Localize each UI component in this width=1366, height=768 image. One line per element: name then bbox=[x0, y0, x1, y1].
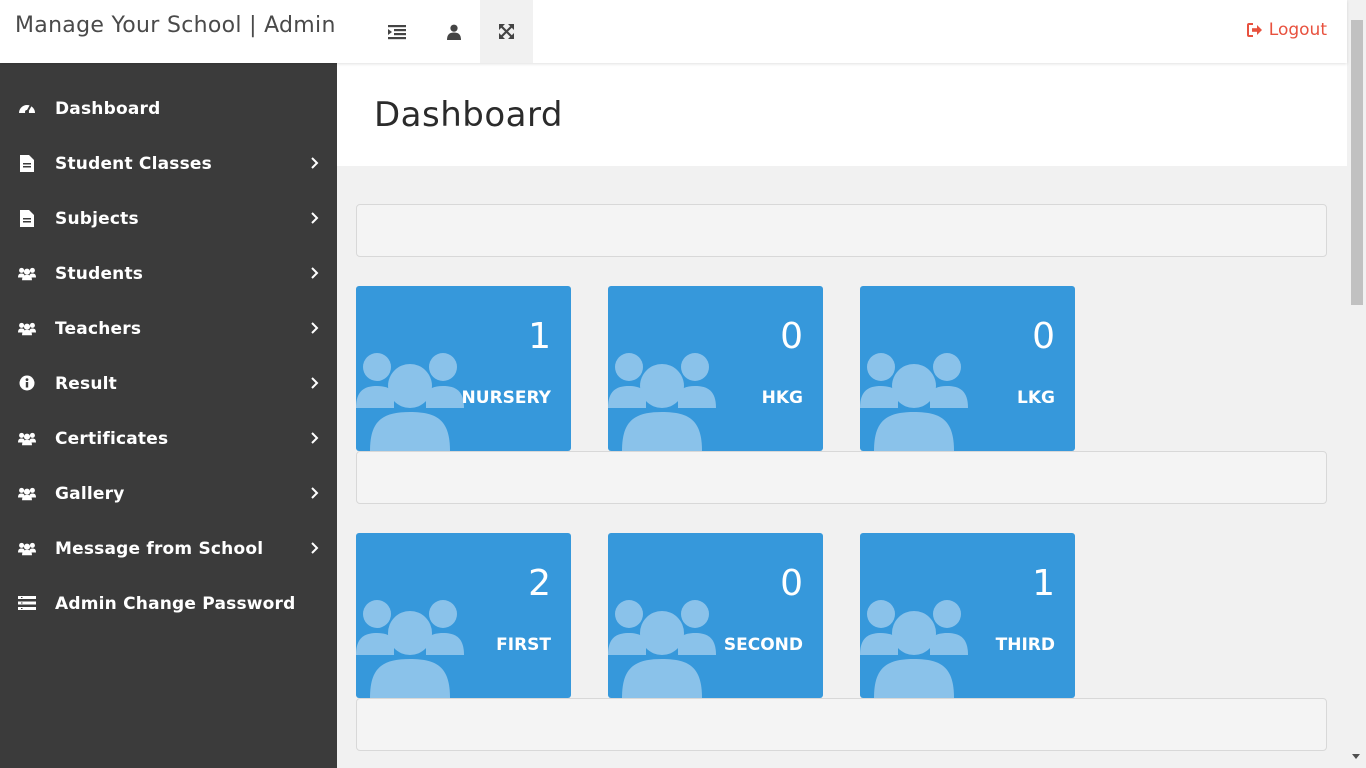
card-count: 0 bbox=[780, 316, 803, 357]
sidebar-item-label: Teachers bbox=[55, 318, 142, 339]
class-card-second[interactable]: 0 SECOND bbox=[608, 533, 823, 698]
chevron-right-icon bbox=[311, 212, 319, 224]
card-count: 2 bbox=[528, 563, 551, 604]
class-card-lkg[interactable]: 0 LKG bbox=[860, 286, 1075, 451]
users-icon bbox=[18, 264, 36, 282]
scroll-down-icon[interactable] bbox=[1352, 754, 1360, 759]
sidebar-item-label: Result bbox=[55, 373, 117, 394]
list-icon bbox=[18, 594, 36, 612]
users-icon bbox=[608, 353, 716, 451]
card-label: FIRST bbox=[496, 635, 551, 655]
chevron-right-icon bbox=[311, 267, 319, 279]
card-label: LKG bbox=[1017, 388, 1055, 408]
sidebar-item-label: Message from School bbox=[55, 538, 264, 559]
top-bar: Manage Your School | Admin Logout bbox=[0, 0, 1347, 63]
file-icon bbox=[18, 209, 36, 227]
profile-button[interactable] bbox=[427, 0, 480, 63]
sidebar: Dashboard Student Classes Subjects Stude… bbox=[0, 63, 337, 768]
chevron-right-icon bbox=[311, 377, 319, 389]
card-label: SECOND bbox=[723, 635, 803, 655]
sidebar-item-label: Dashboard bbox=[55, 98, 161, 119]
sidebar-item-certificates[interactable]: Certificates bbox=[0, 411, 337, 466]
chevron-right-icon bbox=[311, 542, 319, 554]
chevron-right-icon bbox=[311, 432, 319, 444]
file-icon bbox=[18, 154, 36, 172]
logout-label: Logout bbox=[1268, 20, 1327, 40]
users-icon bbox=[356, 353, 464, 451]
sidebar-toggle-button[interactable] bbox=[370, 0, 423, 63]
class-card-hkg[interactable]: 0 HKG bbox=[608, 286, 823, 451]
card-label: NURSERY bbox=[461, 388, 551, 408]
logout-icon bbox=[1246, 23, 1262, 37]
users-icon bbox=[860, 353, 968, 451]
page-header: Dashboard bbox=[337, 63, 1347, 166]
sidebar-item-label: Students bbox=[55, 263, 144, 284]
sidebar-item-label: Subjects bbox=[55, 208, 139, 229]
info-panel bbox=[356, 698, 1327, 751]
sidebar-item-student-classes[interactable]: Student Classes bbox=[0, 136, 337, 191]
dashboard-icon bbox=[18, 99, 36, 117]
card-label: HKG bbox=[761, 388, 803, 408]
info-icon bbox=[18, 374, 36, 392]
sidebar-item-teachers[interactable]: Teachers bbox=[0, 301, 337, 356]
users-icon bbox=[860, 600, 968, 698]
expand-icon bbox=[499, 24, 514, 39]
main-content: 1 NURSERY 0 HKG 0 LKG 2 FIRST 0 SECOND 1… bbox=[337, 166, 1347, 768]
menu-indent-icon bbox=[387, 24, 406, 39]
card-count: 1 bbox=[528, 316, 551, 357]
chevron-right-icon bbox=[311, 157, 319, 169]
sidebar-item-result[interactable]: Result bbox=[0, 356, 337, 411]
card-count: 1 bbox=[1032, 563, 1055, 604]
sidebar-item-label: Admin Change Password bbox=[55, 593, 296, 614]
page-title: Dashboard bbox=[374, 95, 563, 135]
sidebar-item-subjects[interactable]: Subjects bbox=[0, 191, 337, 246]
logout-link[interactable]: Logout bbox=[1246, 20, 1327, 40]
users-icon bbox=[18, 484, 36, 502]
sidebar-item-label: Certificates bbox=[55, 428, 169, 449]
sidebar-item-message-from-school[interactable]: Message from School bbox=[0, 521, 337, 576]
chevron-right-icon bbox=[311, 322, 319, 334]
card-label: THIRD bbox=[995, 635, 1055, 655]
sidebar-item-label: Student Classes bbox=[55, 153, 212, 174]
info-panel bbox=[356, 204, 1327, 257]
class-card-nursery[interactable]: 1 NURSERY bbox=[356, 286, 571, 451]
users-icon bbox=[18, 429, 36, 447]
sidebar-item-gallery[interactable]: Gallery bbox=[0, 466, 337, 521]
card-count: 0 bbox=[780, 563, 803, 604]
page-scrollbar[interactable] bbox=[1347, 0, 1366, 768]
info-panel bbox=[356, 451, 1327, 504]
users-icon bbox=[18, 539, 36, 557]
brand-title: Manage Your School | Admin bbox=[15, 13, 336, 38]
class-card-first[interactable]: 2 FIRST bbox=[356, 533, 571, 698]
users-icon bbox=[356, 600, 464, 698]
fullscreen-button[interactable] bbox=[480, 0, 533, 63]
users-icon bbox=[18, 319, 36, 337]
chevron-right-icon bbox=[311, 487, 319, 499]
sidebar-item-label: Gallery bbox=[55, 483, 125, 504]
users-icon bbox=[608, 600, 716, 698]
scrollbar-thumb[interactable] bbox=[1351, 20, 1363, 305]
card-count: 0 bbox=[1032, 316, 1055, 357]
class-card-third[interactable]: 1 THIRD bbox=[860, 533, 1075, 698]
sidebar-item-admin-change-password[interactable]: Admin Change Password bbox=[0, 576, 337, 631]
sidebar-item-dashboard[interactable]: Dashboard bbox=[0, 81, 337, 136]
sidebar-item-students[interactable]: Students bbox=[0, 246, 337, 301]
user-icon bbox=[446, 24, 461, 40]
